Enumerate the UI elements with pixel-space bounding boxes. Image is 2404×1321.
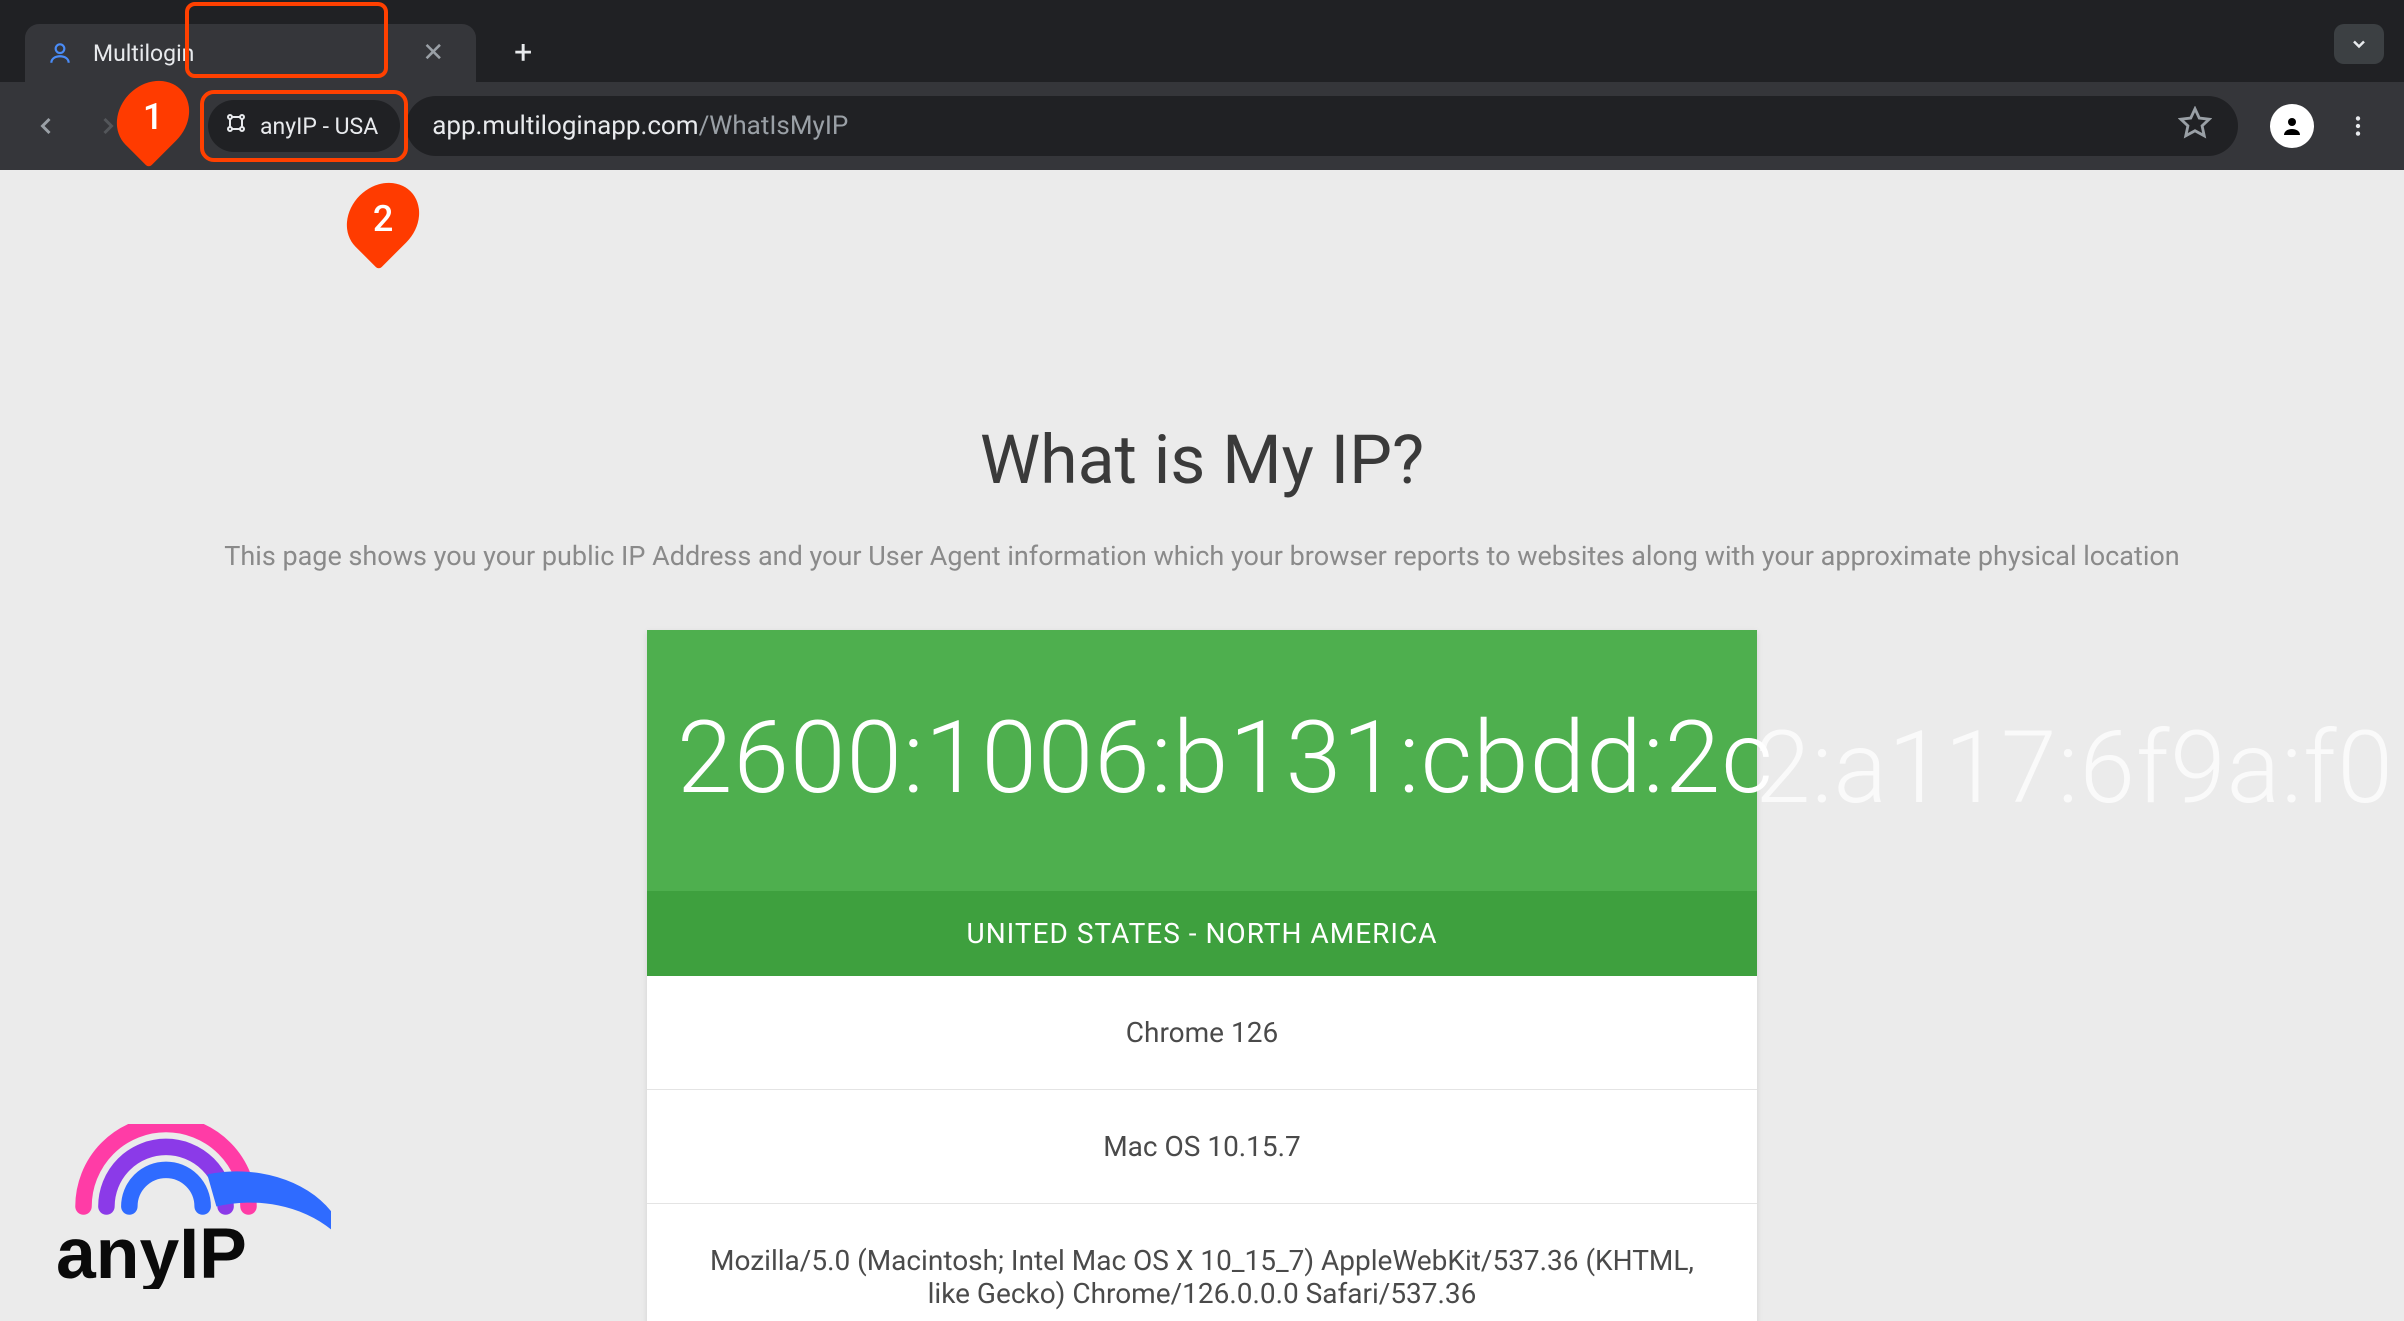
omnibox-actions [2178, 106, 2212, 147]
tab-title: Multilogin [93, 40, 194, 67]
page-content: What is My IP? This page shows you your … [0, 170, 2404, 1321]
browser-titlebar: Multilogin ✕ + [0, 0, 2404, 82]
close-tab-button[interactable]: ✕ [414, 36, 452, 70]
os-row: Mac OS 10.15.7 [647, 1090, 1757, 1204]
url-domain: app.multiloginapp.com [432, 111, 698, 141]
browser-tab[interactable]: Multilogin ✕ [25, 24, 476, 82]
ip-location: UNITED STATES - NORTH AMERICA [647, 891, 1757, 976]
browser-row: Chrome 126 [647, 976, 1757, 1090]
url-path: /WhatIsMyIP [699, 111, 849, 141]
proxy-indicator-pill[interactable]: anyIP - USA [208, 100, 400, 152]
kebab-menu-button[interactable] [2334, 102, 2382, 150]
titlebar-right [2334, 24, 2384, 64]
proxy-label: anyIP - USA [260, 113, 378, 140]
page-title: What is My IP? [0, 420, 2404, 500]
ip-card: 2600:1006:b131:cbdd:2c UNITED STATES - N… [647, 630, 1757, 1321]
ip-address-overflow: 2:a117:6f9a:f0 [1755, 710, 2394, 827]
back-button[interactable] [22, 102, 70, 150]
tab-favicon-icon [47, 40, 73, 66]
ip-address-display: 2600:1006:b131:cbdd:2c [647, 630, 1757, 891]
bookmark-star-icon[interactable] [2178, 106, 2212, 147]
user-agent-row: Mozilla/5.0 (Macintosh; Intel Mac OS X 1… [647, 1204, 1757, 1321]
profile-button[interactable] [2270, 104, 2314, 148]
proxy-icon [224, 111, 248, 141]
tabs-dropdown-button[interactable] [2334, 24, 2384, 64]
logo-text: anyIP [56, 1214, 247, 1289]
browser-toolbar: anyIP - USA app.multiloginapp.com/WhatIs… [0, 82, 2404, 170]
new-tab-button[interactable]: + [502, 33, 544, 71]
anyip-logo: anyIP [56, 1124, 386, 1293]
page-subtitle: This page shows you your public IP Addre… [0, 540, 2404, 572]
toolbar-right [2270, 102, 2382, 150]
address-bar[interactable]: app.multiloginapp.com/WhatIsMyIP [406, 96, 2238, 156]
